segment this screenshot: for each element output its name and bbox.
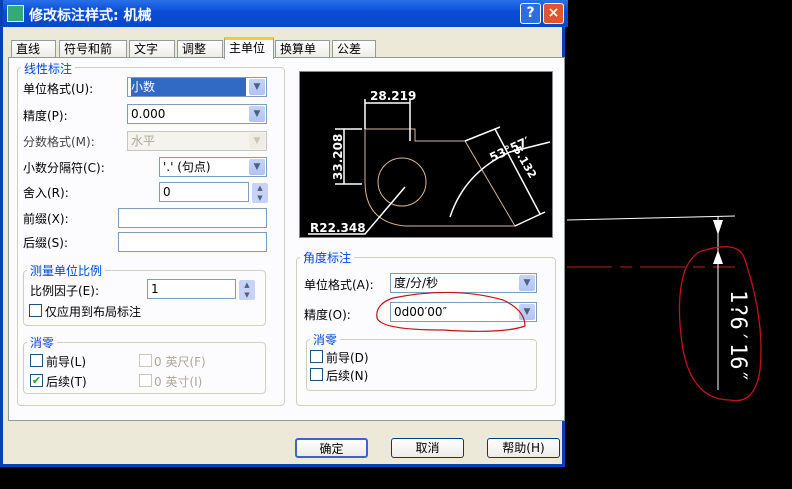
tab-primary-units[interactable]: 主单位 xyxy=(224,37,274,59)
inches-label: 0 英寸(I) xyxy=(154,375,203,389)
preview-dim-radius: R22.348 xyxy=(310,221,366,235)
preview-dim-width: 28.219 xyxy=(370,89,416,103)
unit-format-value: 小数 xyxy=(131,78,246,96)
help-button[interactable]: 帮助(H) xyxy=(487,438,560,458)
tab-symbols-arrows[interactable]: 符号和箭头 xyxy=(59,40,127,73)
red-annotation-circle xyxy=(376,291,526,332)
decimal-separator-select[interactable]: '.' (句点) ▼ xyxy=(159,157,267,177)
trailing-checkbox[interactable]: ✔ xyxy=(30,374,43,387)
zero-suppression-label: 消零 xyxy=(27,334,58,351)
chevron-down-icon[interactable]: ▼ xyxy=(519,275,535,291)
scale-factor-label: 比例因子(E): xyxy=(30,284,99,298)
chevron-down-icon[interactable]: ▼ xyxy=(249,159,265,175)
preview-drawing: 28.219 33.208 R22.348 53°57′ 5.132 xyxy=(308,89,551,235)
fraction-format-label: 分数格式(M): xyxy=(23,135,95,149)
fraction-format-value: 水平 xyxy=(131,134,156,148)
preview-dim-aligned: 5.132 xyxy=(510,144,539,181)
precision-value: 0.000 xyxy=(131,107,166,121)
cad-canvas: 1?6′16″ xyxy=(566,215,762,402)
scale-factor-input[interactable]: 1 ▲ ▼ xyxy=(147,279,255,300)
precision-select[interactable]: 0.000 ▼ xyxy=(127,104,267,124)
window-title: 修改标注样式: 机械 xyxy=(29,8,152,24)
angular-precision-label: 精度(O): xyxy=(304,308,351,322)
ok-button[interactable]: 确定 xyxy=(295,438,368,458)
tab-text[interactable]: 文字 xyxy=(129,40,175,58)
title-bar[interactable]: 修改标注样式: 机械 ? × xyxy=(3,0,568,27)
suffix-input[interactable] xyxy=(118,232,267,252)
layout-only-label: 仅应用到布局标注 xyxy=(45,305,142,319)
scale-factor-value: 1 xyxy=(151,282,159,296)
tab-lines[interactable]: 直线 xyxy=(11,40,56,58)
leading-checkbox[interactable] xyxy=(30,354,43,367)
layout-only-checkbox[interactable] xyxy=(29,304,42,317)
dimension-style-dialog: 修改标注样式: 机械 ? × 直线 符号和箭头 文字 调整 主单位 换算单位 公… xyxy=(0,0,568,467)
app-icon xyxy=(7,5,24,22)
tab-tolerances[interactable]: 公差 xyxy=(332,40,376,58)
cancel-button[interactable]: 取消 xyxy=(391,438,464,458)
leading-label: 前导(L) xyxy=(46,355,87,369)
help-title-button[interactable]: ? xyxy=(520,3,541,24)
decimal-separator-value: '.' (句点) xyxy=(163,160,211,174)
angular-trailing-label: 后续(N) xyxy=(326,369,369,383)
prefix-input[interactable] xyxy=(118,208,267,228)
chevron-down-icon[interactable]: ▼ xyxy=(249,106,265,122)
prefix-label: 前缀(X): xyxy=(23,212,69,226)
angular-zero-suppression-label: 消零 xyxy=(310,331,341,348)
round-off-value: 0 xyxy=(163,185,171,199)
unit-format-label: 单位格式(U): xyxy=(23,82,94,96)
trailing-label: 后续(T) xyxy=(46,375,87,389)
feet-label: 0 英尺(F) xyxy=(154,355,206,369)
fraction-format-select[interactable]: 水平 ▼ xyxy=(127,131,267,151)
angular-trailing-checkbox[interactable] xyxy=(310,368,323,381)
suffix-label: 后缀(S): xyxy=(23,236,69,250)
tab-fit[interactable]: 调整 xyxy=(177,40,223,58)
round-off-label: 舍入(R): xyxy=(23,186,69,200)
linear-group-label: 线性标注 xyxy=(21,60,76,77)
angular-leading-label: 前导(D) xyxy=(326,351,369,365)
round-off-spinner[interactable]: ▲ ▼ xyxy=(252,183,268,203)
preview-pane: 28.219 33.208 R22.348 53°57′ 5.132 xyxy=(299,71,553,238)
scale-factor-spinner[interactable]: ▲ ▼ xyxy=(239,280,255,300)
precision-label: 精度(P): xyxy=(23,109,68,123)
round-off-input[interactable]: 0 ▲ ▼ xyxy=(159,182,268,203)
tab-alternate-units[interactable]: 换算单位 xyxy=(275,40,330,73)
preview-dim-height: 33.208 xyxy=(331,134,345,180)
inches-checkbox[interactable] xyxy=(139,374,152,387)
cad-angle-dimension-text: 1?6′16″ xyxy=(725,290,750,383)
feet-checkbox[interactable] xyxy=(139,354,152,367)
unit-format-select[interactable]: 小数 ▼ xyxy=(127,77,267,97)
angular-leading-checkbox[interactable] xyxy=(310,350,323,363)
angular-unit-format-label: 单位格式(A): xyxy=(304,278,374,292)
decimal-separator-label: 小数分隔符(C): xyxy=(23,161,105,175)
chevron-down-icon[interactable]: ▼ xyxy=(249,79,265,95)
scale-group-label: 测量单位比例 xyxy=(27,262,106,279)
chevron-down-icon: ▼ xyxy=(249,133,265,149)
angular-unit-format-value: 度/分/秒 xyxy=(394,276,439,290)
angular-group-label: 角度标注 xyxy=(300,249,355,266)
close-button[interactable]: × xyxy=(543,3,564,24)
